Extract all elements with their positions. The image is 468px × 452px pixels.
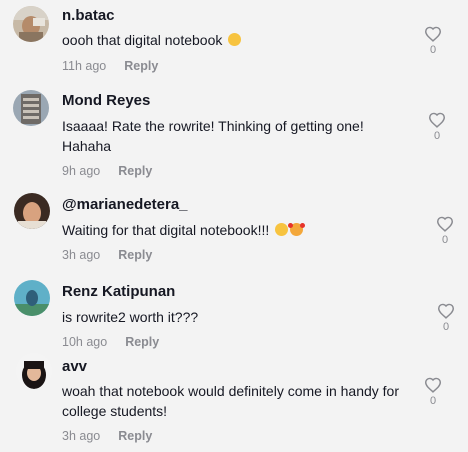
comment-time: 11h ago xyxy=(62,59,107,73)
like-button[interactable]: 0 xyxy=(425,112,449,143)
comment-text-content: oooh that digital notebook xyxy=(62,32,223,48)
comment-username[interactable]: Mond Reyes xyxy=(62,92,150,110)
comment-meta: 10h ago Reply xyxy=(62,334,159,350)
like-count: 0 xyxy=(433,130,441,142)
heart-icon xyxy=(428,112,446,128)
comment-text-content: Waiting for that digital notebook!!! xyxy=(62,222,270,238)
avatar[interactable] xyxy=(14,280,50,316)
like-count: 0 xyxy=(442,321,450,333)
reply-button[interactable]: Reply xyxy=(118,429,152,443)
comment-meta: 9h ago Reply xyxy=(62,163,152,179)
comment-text: woah that notebook would definitely come… xyxy=(62,383,399,419)
reply-button[interactable]: Reply xyxy=(124,59,158,73)
comment-time: 10h ago xyxy=(62,335,108,349)
like-count: 0 xyxy=(429,44,437,56)
comment-meta: 3h ago Reply xyxy=(62,247,152,263)
comment-username[interactable]: n.batac xyxy=(62,7,115,25)
comment-text: Isaaaa! Rate the rowrite! Thinking of ge… xyxy=(62,118,364,154)
reply-button[interactable]: Reply xyxy=(118,164,152,178)
like-button[interactable]: 0 xyxy=(421,26,445,57)
reply-button[interactable]: Reply xyxy=(118,248,152,262)
comment-time: 3h ago xyxy=(62,248,101,262)
avatar[interactable] xyxy=(16,353,52,389)
smiling-face-with-hearts-emoji xyxy=(288,223,306,236)
comment-meta: 3h ago Reply xyxy=(62,428,152,444)
comment-text: is rowrite2 worth it??? xyxy=(62,309,199,325)
grimace-emoji xyxy=(228,33,242,46)
comment-time: 3h ago xyxy=(62,429,101,443)
avatar[interactable] xyxy=(13,6,49,42)
comment-username[interactable]: @marianedetera_ xyxy=(62,196,188,214)
heart-icon xyxy=(424,26,442,42)
comment-meta: 11h ago Reply xyxy=(62,58,158,74)
heart-icon xyxy=(424,377,442,393)
heart-icon xyxy=(437,303,455,319)
heart-icon xyxy=(436,216,454,232)
like-button[interactable]: 0 xyxy=(421,377,445,408)
like-button[interactable]: 0 xyxy=(433,216,457,247)
like-button[interactable]: 0 xyxy=(434,303,458,334)
comment-username[interactable]: avv xyxy=(62,358,87,376)
like-count: 0 xyxy=(429,395,437,407)
comment-username[interactable]: Renz Katipunan xyxy=(62,283,175,301)
comment-time: 9h ago xyxy=(62,164,101,178)
avatar[interactable] xyxy=(13,90,49,126)
avatar[interactable] xyxy=(14,193,50,229)
like-count: 0 xyxy=(441,234,449,246)
grimace-emoji xyxy=(275,223,289,236)
reply-button[interactable]: Reply xyxy=(125,335,159,349)
comment-text: oooh that digital notebook xyxy=(62,30,402,50)
comment-text: Waiting for that digital notebook!!! xyxy=(62,220,402,240)
